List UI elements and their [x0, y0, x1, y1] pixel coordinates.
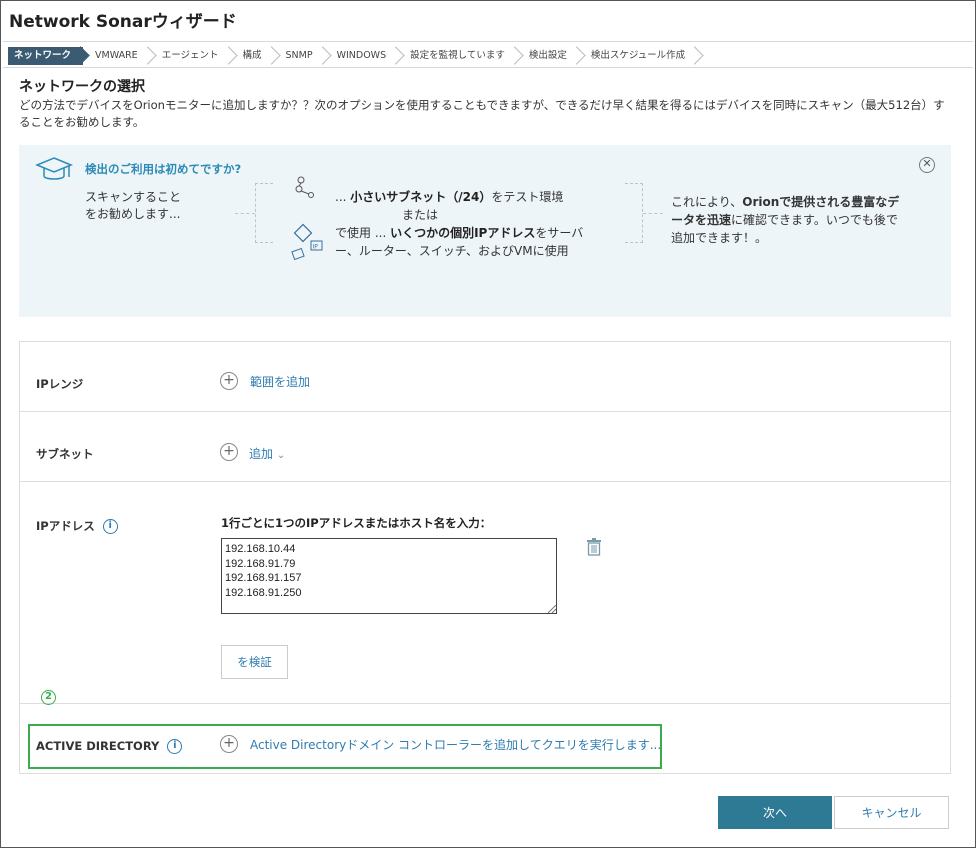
resize-handle-icon[interactable] — [548, 605, 556, 613]
ip-address-icon: IP — [291, 223, 323, 261]
graduation-cap-icon — [35, 157, 73, 180]
info-mid-line1: ... 小さいサブネット（/24）をテスト環境 — [335, 188, 585, 206]
ip-address-textarea[interactable]: 192.168.10.44 192.168.91.79 192.168.91.1… — [221, 538, 557, 614]
cancel-button[interactable]: キャンセル — [834, 796, 949, 829]
svg-text:IP: IP — [313, 244, 319, 251]
info-mid-or: または — [401, 208, 438, 222]
section-title: ネットワークの選択 — [19, 79, 145, 95]
info-mid-line3-post: をサーバ — [535, 226, 584, 240]
add-range-link[interactable]: 範囲を追加 — [250, 373, 310, 390]
chevron-down-icon: ⌄ — [276, 450, 286, 461]
info-right-pre: これにより、 — [671, 195, 743, 209]
row-divider — [20, 703, 950, 704]
trash-icon[interactable] — [586, 538, 602, 556]
step-vmware[interactable]: VMWARE — [83, 47, 150, 65]
ip-range-label: IPレンジ — [36, 377, 84, 391]
info-mid-line1-bold: 小さいサブネット（/24） — [350, 190, 492, 204]
ip-address-hint: 1行ごとに1つのIPアドレスまたはホスト名を入力： — [221, 516, 492, 530]
info-mid-line3: で使用 ... いくつかの個別IPアドレスをサーバ — [335, 224, 585, 242]
next-button[interactable]: 次へ — [718, 796, 832, 829]
wizard-window: Network Sonarウィザード ネットワーク VMWARE エージェント … — [0, 0, 976, 848]
step-agent[interactable]: エージェント — [150, 47, 231, 65]
info-left-line2: をお勧めします... — [85, 207, 181, 221]
subnet-label: サブネット — [36, 447, 94, 461]
step-monitoring[interactable]: 設定を監視しています — [398, 47, 517, 65]
add-subnet-link[interactable]: 追加 ⌄ — [249, 445, 285, 462]
info-mid-line3-bold: いくつかの個別IPアドレス — [390, 226, 536, 240]
info-left-line1: スキャンすること — [85, 190, 182, 204]
info-icon[interactable]: i — [102, 519, 118, 534]
step-windows[interactable]: WINDOWS — [325, 47, 399, 65]
info-mid-line4: ー、ルーター、スイッチ、およびVMに使用 — [335, 244, 569, 258]
info-mid-line1-post: をテスト環境 — [491, 190, 564, 204]
ip-line: 192.168.10.44 — [225, 543, 296, 555]
ip-address-label: IPアドレス i — [36, 518, 118, 534]
annotation-highlight-box — [28, 724, 662, 769]
add-subnet-label: 追加 — [249, 447, 274, 461]
wizard-steps: ネットワーク VMWARE エージェント 構成 SNMP WINDOWS 設定を… — [8, 47, 697, 65]
steps-divider — [3, 67, 973, 68]
add-subnet-plus-icon[interactable]: + — [220, 443, 238, 461]
window-title: Network Sonarウィザード — [9, 12, 237, 32]
ip-line: 192.168.91.79 — [225, 557, 296, 570]
connector-line — [235, 213, 255, 214]
info-mid-line3-pre: で使用 ... — [335, 226, 391, 240]
step-discovery-settings[interactable]: 検出設定 — [517, 47, 579, 65]
ip-line: 192.168.91.157 — [225, 572, 302, 584]
info-middle-text: ... 小さいサブネット（/24）をテスト環境 または で使用 ... いくつか… — [335, 188, 585, 260]
title-divider — [3, 41, 973, 42]
info-right-text: これにより、Orionで提供される豊富なデータを迅速に確認できます。いつでも後で… — [671, 193, 901, 247]
annotation-marker: 2 — [41, 690, 56, 705]
verify-button[interactable]: を検証 — [221, 645, 288, 679]
add-range-plus-icon[interactable]: + — [220, 372, 238, 390]
connector-line — [643, 213, 663, 214]
step-network[interactable]: ネットワーク — [8, 47, 84, 65]
first-time-info-panel: 検出のご利用は初めてですか? ✕ スキャンすること をお勧めします... IP … — [19, 145, 951, 317]
network-form: IPレンジ + 範囲を追加 サブネット + 追加 ⌄ IPアドレス i 1行ごとに… — [19, 341, 951, 774]
ip-address-label-text: IPアドレス — [36, 519, 95, 533]
ip-line: 192.168.91.250 — [225, 586, 302, 599]
row-divider — [20, 481, 950, 482]
step-schedule[interactable]: 検出スケジュール作成 — [579, 47, 697, 65]
info-title: 検出のご利用は初めてですか? — [85, 162, 242, 176]
info-left-text: スキャンすること をお勧めします... — [85, 189, 181, 223]
section-intro: どの方法でデバイスをOrionモニターに追加しますか？？次のオプションを使用する… — [19, 98, 945, 129]
subnet-icon — [295, 176, 314, 198]
close-icon[interactable]: ✕ — [919, 157, 935, 173]
bracket-right — [625, 183, 643, 243]
step-snmp[interactable]: SNMP — [274, 47, 325, 65]
info-mid-line1-pre: ... — [335, 190, 351, 204]
row-divider — [20, 411, 950, 412]
bracket-left — [255, 183, 273, 243]
